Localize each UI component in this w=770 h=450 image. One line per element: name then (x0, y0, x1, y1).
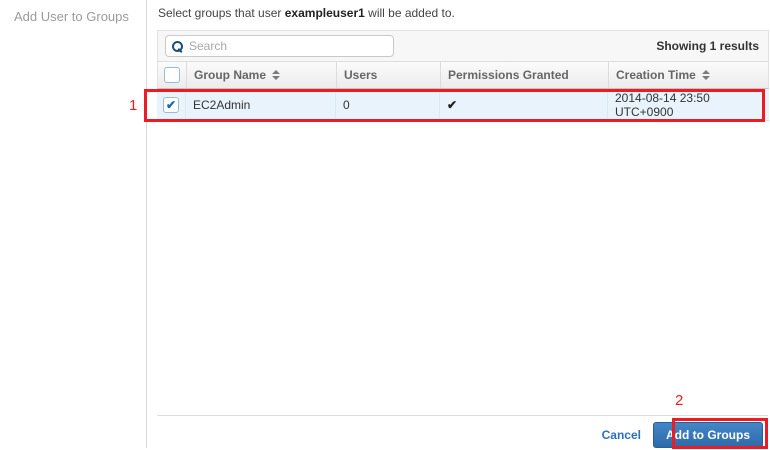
select-all-cell (158, 62, 186, 88)
description-suffix: will be added to. (364, 6, 455, 20)
description-prefix: Select groups that user (158, 6, 285, 20)
page-title: Add User to Groups (14, 9, 129, 24)
sidebar: Add User to Groups (0, 0, 147, 448)
column-label-group-name: Group Name (194, 68, 267, 82)
cancel-button[interactable]: Cancel (602, 428, 641, 442)
users-count-cell: 0 (335, 89, 439, 120)
group-name-cell: EC2Admin (185, 89, 335, 120)
permissions-cell: ✔ (439, 89, 607, 120)
description-text: Select groups that user exampleuser1 wil… (158, 6, 769, 20)
column-header-permissions[interactable]: Permissions Granted (440, 62, 608, 88)
add-user-to-groups-screen: Add User to Groups Select groups that us… (0, 0, 770, 450)
search-box[interactable] (165, 35, 394, 57)
sort-icon[interactable] (701, 70, 710, 80)
add-to-groups-button[interactable]: Add to Groups (653, 422, 763, 448)
check-icon: ✔ (447, 97, 458, 112)
table-header-row: Group Name Users Permissions Granted Cre… (157, 62, 769, 89)
select-all-checkbox[interactable] (164, 67, 180, 83)
dialog-footer: Cancel Add to Groups (157, 415, 768, 448)
column-label-creation-time: Creation Time (616, 68, 696, 82)
column-label-permissions: Permissions Granted (448, 68, 569, 82)
row-checkbox[interactable]: ✔ (163, 96, 179, 113)
search-icon (172, 40, 184, 52)
column-label-users: Users (344, 68, 378, 82)
main-content: Select groups that user exampleuser1 wil… (157, 0, 769, 450)
search-input[interactable] (189, 39, 387, 53)
username: exampleuser1 (284, 6, 365, 20)
results-count: Showing 1 results (656, 39, 759, 53)
column-header-creation-time[interactable]: Creation Time (608, 62, 768, 88)
sort-icon[interactable] (272, 70, 281, 80)
table-toolbar: Showing 1 results (157, 30, 769, 62)
creation-time-cell: 2014-08-14 23:50 UTC+0900 (607, 89, 769, 120)
groups-table-panel: Showing 1 results Group Name Users Permi… (157, 30, 769, 121)
row-select-cell: ✔ (157, 89, 185, 120)
column-header-group-name[interactable]: Group Name (186, 62, 336, 88)
table-row[interactable]: ✔ EC2Admin 0 ✔ 2014-08-14 23:50 UTC+0900 (157, 89, 769, 121)
column-header-users[interactable]: Users (336, 62, 440, 88)
